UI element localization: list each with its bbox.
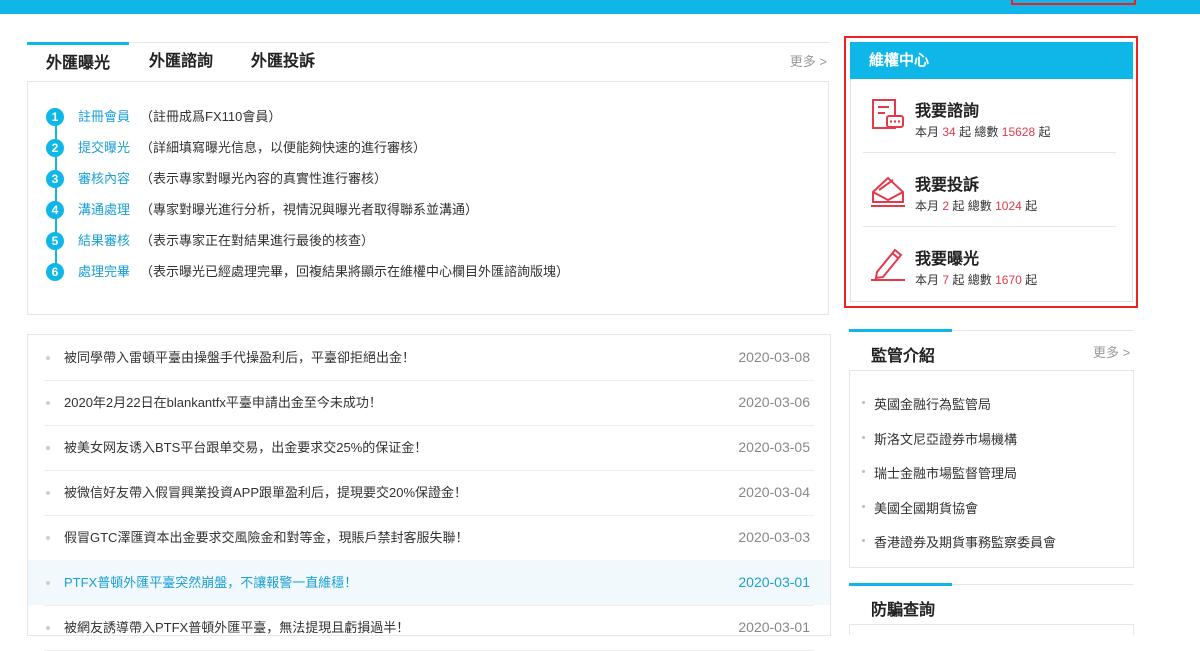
bullet-icon (862, 470, 865, 473)
bullet-icon (46, 626, 50, 630)
bullet-icon (46, 356, 50, 360)
step-number: 2 (46, 139, 64, 157)
rights-item-stats: 本月 7 起 總數 1670 起 (915, 273, 1038, 287)
rights-item-title[interactable]: 我要諮詢 (915, 97, 979, 121)
news-title[interactable]: 被同學帶入雷頓平臺由操盤手代操盈利后，平臺卻拒絕出金！ (64, 335, 415, 380)
rights-item-consult[interactable]: 我要諮詢 本月 34 起 總數 15628 起 (863, 79, 1116, 153)
exposure-tabs: 外匯曝光 外匯諮詢 外匯投訴 更多 > (27, 42, 829, 82)
top-nav-bar (0, 0, 1200, 14)
step-number: 3 (46, 170, 64, 188)
step-link[interactable]: 處理完畢 (78, 262, 130, 282)
bullet-icon (862, 436, 865, 439)
regulator-item[interactable]: 斯洛文尼亞證券市場機構 (862, 429, 1017, 448)
step-description: （註冊成爲FX110會員） (140, 109, 282, 124)
top-highlight-box (1011, 0, 1136, 5)
step-number: 4 (46, 201, 64, 219)
step-description: （表示曝光已經處理完畢，回複結果將顯示在維權中心欄目外匯諮詢版塊） (140, 264, 570, 279)
news-date: 2020-03-08 (738, 349, 810, 365)
news-title[interactable]: PTFX普頓外匯平臺突然崩盤，不讓報警一直維穩！ (64, 560, 357, 605)
exposure-panel: 外匯曝光 外匯諮詢 外匯投訴 更多 > 1 註冊會員 （註冊成爲FX110會員）… (27, 42, 829, 315)
bullet-icon (862, 539, 865, 542)
news-date: 2020-03-01 (738, 574, 810, 590)
rights-center-body: 我要諮詢 本月 34 起 總數 15628 起 我要投訴 本月 2 起 總數 1… (850, 79, 1133, 302)
consult-form-icon (872, 99, 904, 129)
rights-item-title[interactable]: 我要曝光 (915, 245, 979, 269)
step-number: 1 (46, 108, 64, 126)
regulators-tab-line (849, 329, 1133, 332)
step-description: （專家對曝光進行分析，視情況與曝光者取得聯系並溝通） (140, 202, 479, 217)
regulator-item[interactable]: 瑞士金融市場監督管理局 (862, 463, 1017, 482)
rights-item-title[interactable]: 我要投訴 (915, 171, 979, 195)
rights-item-stats: 本月 34 起 總數 15628 起 (915, 125, 1051, 139)
regulator-item[interactable]: 英國金融行為監管局 (862, 394, 991, 413)
news-row[interactable]: 被微信好友帶入假冒興業投資APP跟單盈利后，提現要交20%保證金！ 2020-0… (28, 470, 830, 516)
bullet-icon (46, 491, 50, 495)
step-link[interactable]: 提交曝光 (78, 138, 130, 158)
news-date: 2020-03-03 (738, 529, 810, 545)
regulators-more-link[interactable]: 更多 > (1093, 342, 1130, 361)
news-title[interactable]: 被美女网友诱入BTS平台跟单交易，出金要求交25%的保证金！ (64, 425, 427, 470)
tab-exposure[interactable]: 外匯曝光 (27, 42, 129, 83)
news-title[interactable]: 被微信好友帶入假冒興業投資APP跟單盈利后，提現要交20%保證金！ (64, 470, 467, 515)
exposure-more-link[interactable]: 更多 > (790, 43, 827, 81)
news-list: 被同學帶入雷頓平臺由操盤手代操盈利后，平臺卻拒絕出金！ 2020-03-08 2… (27, 334, 831, 651)
tab-complaint[interactable]: 外匯投訴 (251, 43, 315, 81)
step-link[interactable]: 註冊會員 (78, 107, 130, 127)
rights-item-stats: 本月 2 起 總數 1024 起 (915, 199, 1038, 213)
bullet-icon (862, 505, 865, 508)
exposure-steps: 1 註冊會員 （註冊成爲FX110會員） 2 提交曝光 （詳細填寫曝光信息，以便… (27, 82, 829, 315)
step-link[interactable]: 審核內容 (78, 169, 130, 189)
step-number: 5 (46, 232, 64, 250)
news-date: 2020-03-05 (738, 439, 810, 455)
regulator-item[interactable]: 美國全國期貨協會 (862, 498, 978, 517)
bullet-icon (46, 401, 50, 405)
bullet-icon (46, 446, 50, 450)
step-description: （詳細填寫曝光信息，以便能夠快速的進行審核） (140, 140, 427, 155)
rights-item-complaint[interactable]: 我要投訴 本月 2 起 總數 1024 起 (863, 153, 1116, 227)
anti-fraud-tab-line (849, 583, 1133, 586)
regulators-list: 英國金融行為監管局 斯洛文尼亞證券市場機構 瑞士金融市場監督管理局 美國全國期貨… (849, 370, 1134, 568)
news-row[interactable]: 被美女网友诱入BTS平台跟单交易，出金要求交25%的保证金！ 2020-03-0… (28, 425, 830, 471)
step-link[interactable]: 結果審核 (78, 231, 130, 251)
bullet-icon (46, 536, 50, 540)
news-title[interactable]: 假冒GTC澤匯資本出金要求交風險金和對等金，現賬戶禁封客服失聯！ (64, 515, 468, 560)
regulators-title: 監管介紹 (871, 348, 936, 365)
anti-fraud-title: 防騙查詢 (871, 602, 936, 619)
news-date: 2020-03-06 (738, 394, 810, 410)
step-link[interactable]: 溝通處理 (78, 200, 130, 220)
step-description: （表示專家對曝光內容的真實性進行審核） (140, 171, 388, 186)
news-row[interactable]: 假冒GTC澤匯資本出金要求交風險金和對等金，現賬戶禁封客服失聯！ 2020-03… (28, 515, 830, 561)
tab-consult[interactable]: 外匯諮詢 (149, 43, 213, 81)
news-date: 2020-03-04 (738, 484, 810, 500)
rights-item-exposure[interactable]: 我要曝光 本月 7 起 總數 1670 起 (863, 227, 1116, 300)
news-row[interactable]: 被同學帶入雷頓平臺由操盤手代操盈利后，平臺卻拒絕出金！ 2020-03-08 (28, 335, 830, 381)
bullet-icon (46, 581, 50, 585)
news-row[interactable]: 2020年2月22日在blankantfx平臺申請出金至今未成功！ 2020-0… (28, 380, 830, 426)
pencil-icon (871, 248, 905, 281)
rights-center-header: 維權中心 (850, 42, 1133, 79)
bullet-icon (862, 401, 865, 404)
anti-fraud-box (849, 624, 1134, 635)
news-row-highlighted[interactable]: PTFX普頓外匯平臺突然崩盤，不讓報警一直維穩！ 2020-03-01 (28, 560, 830, 606)
news-title[interactable]: 2020年2月22日在blankantfx平臺申請出金至今未成功！ (64, 380, 382, 425)
complaint-envelope-icon (871, 176, 905, 207)
step-number: 6 (46, 263, 64, 281)
regulator-item[interactable]: 香港證券及期貨事務監察委員會 (862, 532, 1056, 551)
step-description: （表示專家正在對結果進行最後的核查） (140, 233, 375, 248)
rights-center-title: 維權中心 (869, 52, 930, 69)
